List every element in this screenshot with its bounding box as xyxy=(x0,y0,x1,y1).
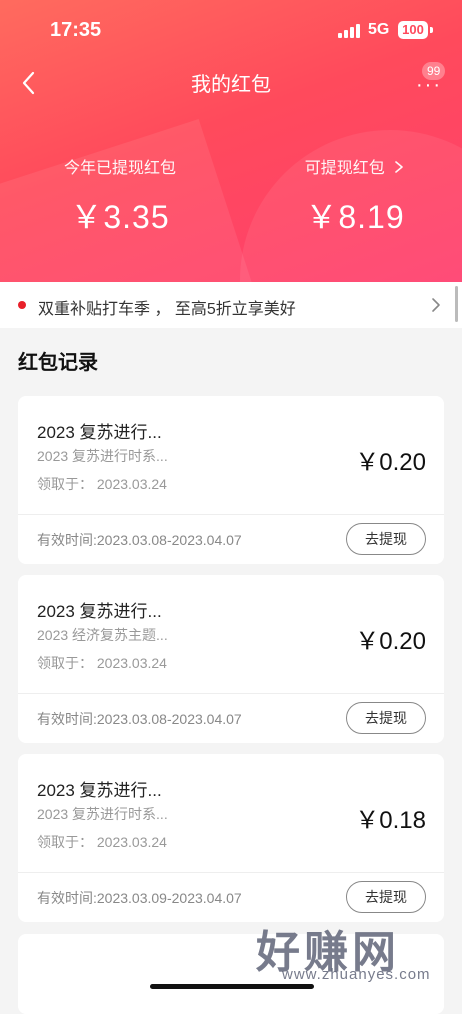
red-dot-icon xyxy=(18,301,26,309)
available-link[interactable]: 可提现红包 xyxy=(255,154,455,178)
promo-text: 双重补贴打车季 ， 至高5折立享美好 xyxy=(38,301,296,318)
available-label: 可提现红包 xyxy=(304,160,385,177)
header: 17:35 5G 100 我的红包 ··· 99 今年已提现红包 ￥3.35 可… xyxy=(0,0,462,282)
record-validity: 有效时间:2023.03.08-2023.04.07 xyxy=(37,532,242,548)
home-indicator[interactable] xyxy=(150,984,314,989)
withdrawn-label: 今年已提现红包 xyxy=(63,160,176,177)
chevron-right-icon xyxy=(395,161,404,173)
status-bar: 17:35 5G 100 xyxy=(0,0,462,60)
signal-icon xyxy=(338,24,362,38)
withdraw-button[interactable]: 去提现 xyxy=(346,523,426,555)
record-received-date: 领取于： 2023.03.24 xyxy=(37,655,167,671)
withdrawn-summary: 今年已提现红包 ￥3.35 xyxy=(20,154,220,238)
withdraw-button[interactable]: 去提现 xyxy=(346,881,426,913)
record-card: 2023 复苏进行... 2023 复苏进行时系... 领取于： 2023.03… xyxy=(18,396,444,564)
battery-icon: 100 xyxy=(398,21,428,39)
record-desc: 2023 经济复苏主题... xyxy=(37,627,168,643)
withdraw-button[interactable]: 去提现 xyxy=(346,702,426,734)
scrollbar[interactable] xyxy=(455,286,458,322)
record-desc: 2023 复苏进行时系... xyxy=(37,448,168,464)
record-validity: 有效时间:2023.03.08-2023.04.07 xyxy=(37,711,242,727)
record-name: 2023 复苏进行... xyxy=(37,423,162,442)
available-amount: ￥8.19 xyxy=(305,199,405,235)
record-amount: ￥0.20 xyxy=(355,449,426,476)
watermark-url: www.zhuanyes.com xyxy=(282,966,431,983)
notification-badge: 99 xyxy=(422,62,446,80)
record-received-date: 领取于： 2023.03.24 xyxy=(37,834,167,850)
record-amount: ￥0.20 xyxy=(355,628,426,655)
record-desc: 2023 复苏进行时系... xyxy=(37,806,168,822)
record-amount: ￥0.18 xyxy=(355,807,426,834)
record-name: 2023 复苏进行... xyxy=(37,602,162,621)
record-card: 2023 复苏进行... 2023 复苏进行时系... 领取于： 2023.03… xyxy=(18,754,444,922)
promo-banner[interactable]: 双重补贴打车季 ， 至高5折立享美好 xyxy=(0,282,462,328)
more-button[interactable]: ··· 99 xyxy=(410,62,446,98)
watermark: 好赚网 www.zhuanyes.com xyxy=(256,916,452,986)
page-title: 我的红包 xyxy=(191,74,271,96)
more-icon: ··· xyxy=(416,74,442,96)
record-name: 2023 复苏进行... xyxy=(37,781,162,800)
withdrawn-amount: ￥3.35 xyxy=(70,199,170,235)
record-received-date: 领取于： 2023.03.24 xyxy=(37,476,167,492)
section-title: 红包记录 xyxy=(18,352,98,374)
status-time: 17:35 xyxy=(50,19,102,41)
available-summary[interactable]: 可提现红包 ￥8.19 xyxy=(255,154,455,238)
divider xyxy=(18,693,444,694)
record-validity: 有效时间:2023.03.09-2023.04.07 xyxy=(37,890,242,906)
record-card: 2023 复苏进行... 2023 经济复苏主题... 领取于： 2023.03… xyxy=(18,575,444,743)
network-type: 5G xyxy=(368,21,390,38)
battery-tip xyxy=(430,27,433,33)
divider xyxy=(18,514,444,515)
chevron-right-icon xyxy=(432,298,440,312)
divider xyxy=(18,872,444,873)
